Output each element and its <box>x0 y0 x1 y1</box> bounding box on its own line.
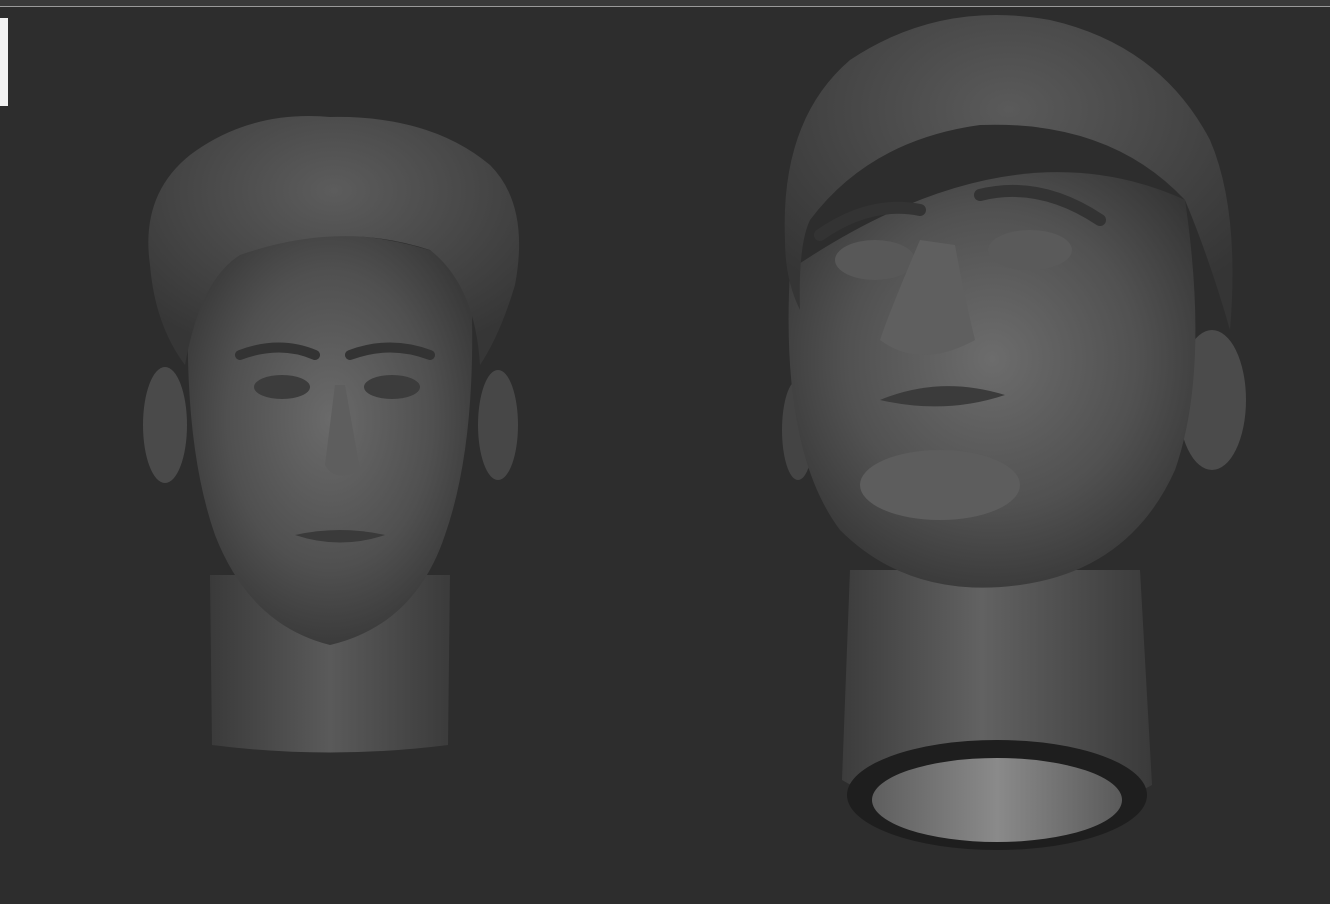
viewport-top-border <box>0 0 1330 7</box>
left-edge-marker <box>0 18 8 106</box>
viewport-canvas[interactable] <box>0 0 1330 904</box>
sculpted-head-upward-icon[interactable] <box>780 10 1260 855</box>
sculpted-head-front-icon[interactable] <box>130 105 530 770</box>
